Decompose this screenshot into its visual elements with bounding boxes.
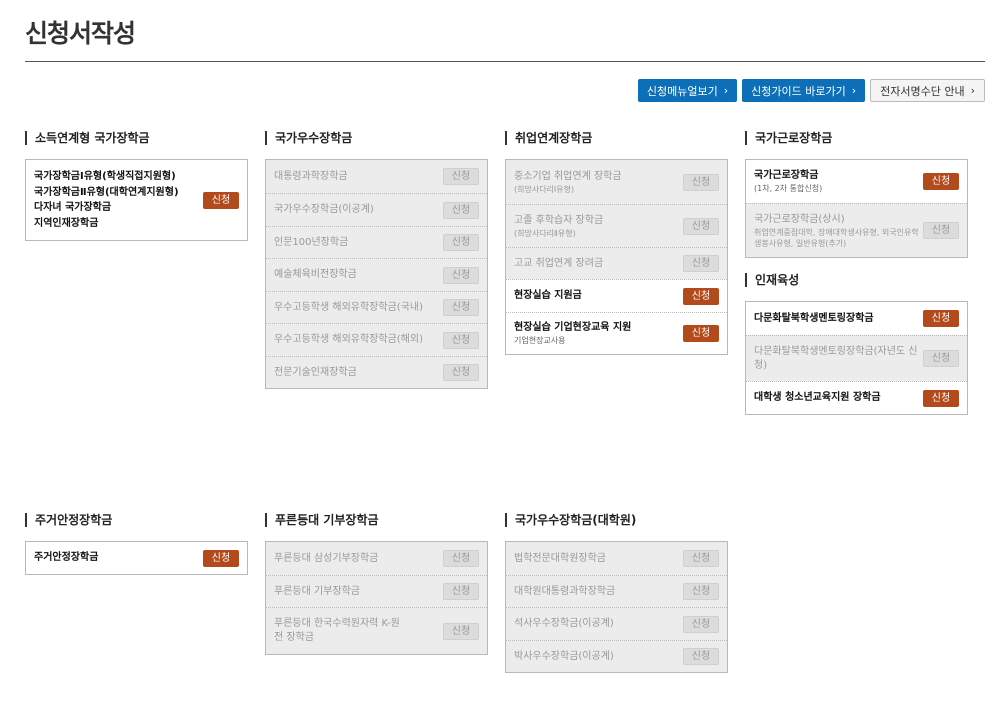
apply-button: 신청 <box>683 173 719 191</box>
section-title: 국가우수장학금 <box>265 131 488 145</box>
scholarship-type-1: 국가장학금Ⅰ유형(학생직접지원형) <box>34 171 176 182</box>
apply-button[interactable]: 신청 <box>923 173 959 190</box>
apply-button[interactable]: 신청 <box>203 191 239 209</box>
housing-list: 주거안정장학금 신청 <box>25 541 248 575</box>
apply-button: 신청 <box>923 350 959 367</box>
apply-button[interactable]: 신청 <box>923 310 959 327</box>
section-housing-stability: 주거안정장학금 주거안정장학금 신청 <box>25 513 248 575</box>
list-item: 다문화탈북학생멘토링장학금 신청 <box>746 302 967 335</box>
list-item: 국가근로장학금(상시) 취업연계중점대학, 장애대학생사유형, 외국인유학생봉사유… <box>746 203 967 257</box>
apply-button: 신청 <box>683 648 719 665</box>
list-item: 주거안정장학금 신청 <box>26 542 247 574</box>
income-scholarship-card: 국가장학금Ⅰ유형(학생직접지원형) 국가장학금Ⅱ유형(대학연계지원형) 다자녀 … <box>25 159 248 241</box>
section-title: 국가우수장학금(대학원) <box>505 513 728 527</box>
apply-button: 신청 <box>443 266 479 284</box>
list-item: 다문화탈북학생멘토링장학금(자년도 신청) 신청 <box>746 335 967 381</box>
list-item: 우수고등학생 해외유학장학금(국내) 신청 <box>266 291 487 323</box>
list-item: 대학원대통령과학장학금 신청 <box>506 575 727 607</box>
list-item: 예술체육비전장학금 신청 <box>266 258 487 291</box>
apply-button: 신청 <box>443 234 479 251</box>
scholarship-type-2: 국가장학금Ⅱ유형(대학연계지원형) <box>34 186 179 198</box>
view-manual-label: 신청메뉴얼보기 <box>646 84 718 98</box>
list-item: 현장실습 지원금 신청 <box>506 279 727 312</box>
chevron-right-icon: › <box>851 84 857 97</box>
apply-button: 신청 <box>683 615 719 633</box>
list-item: 고교 취업연계 장려금 신청 <box>506 247 727 279</box>
regional-talent-scholarship: 지역인재장학금 <box>34 217 99 229</box>
list-item: 푸른등대 기부장학금 신청 <box>266 575 487 607</box>
view-manual-button[interactable]: 신청메뉴얼보기 › <box>637 79 738 102</box>
section-blue-lighthouse: 푸른등대 기부장학금 푸른등대 삼성기부장학금 신청 푸른등대 기부장학금 신청 푸… <box>265 513 488 655</box>
list-item: 석사우수장학금(이공계) 신청 <box>506 607 727 640</box>
application-guide-button[interactable]: 신청가이드 바로가기 › <box>742 79 866 102</box>
list-item: 인문100년장학금 신청 <box>266 226 487 258</box>
talent-list: 다문화탈북학생멘토링장학금 신청 다문화탈북학생멘토링장학금(자년도 신청) 신청 … <box>745 301 968 415</box>
apply-button: 신청 <box>443 299 479 316</box>
apply-button: 신청 <box>683 217 719 235</box>
apply-button: 신청 <box>923 222 959 239</box>
section-title: 소득연계형 국가장학금 <box>25 131 248 145</box>
section-national-excellence: 국가우수장학금 대통령과학장학금 신청 국가우수장학금(이공계) 신청 인문100년… <box>265 131 488 389</box>
application-guide-label: 신청가이드 바로가기 <box>751 84 846 98</box>
section-title: 푸른등대 기부장학금 <box>265 513 488 527</box>
list-item: 대통령과학장학금 신청 <box>266 160 487 193</box>
apply-button: 신청 <box>443 550 479 567</box>
list-item: 국가근로장학금 (1차, 2차 통합신청) 신청 <box>746 160 967 203</box>
list-item: 푸른등대 한국수력원자력 K-원전 장학금 신청 <box>266 607 487 654</box>
section-title: 국가근로장학금 <box>745 131 968 145</box>
list-item: 박사우수장학금(이공계) 신청 <box>506 640 727 672</box>
work-list: 국가근로장학금 (1차, 2차 통합신청) 신청 국가근로장학금(상시) 취업연계중점… <box>745 159 968 258</box>
section-title: 취업연계장학금 <box>505 131 728 145</box>
section-title: 인재육성 <box>745 273 968 287</box>
title-divider <box>25 61 985 62</box>
apply-button: 신청 <box>443 583 479 600</box>
apply-button: 신청 <box>443 201 479 219</box>
apply-button: 신청 <box>683 255 719 272</box>
apply-button: 신청 <box>443 364 479 381</box>
list-item: 국가우수장학금(이공계) 신청 <box>266 193 487 226</box>
section-talent-development: 인재육성 다문화탈북학생멘토링장학금 신청 다문화탈북학생멘토링장학금(자년도 신… <box>745 273 968 415</box>
apply-button: 신청 <box>683 583 719 600</box>
excellence-list: 대통령과학장학금 신청 국가우수장학금(이공계) 신청 인문100년장학금 신청 예술… <box>265 159 488 389</box>
apply-button: 신청 <box>683 550 719 567</box>
donation-list: 푸른등대 삼성기부장학금 신청 푸른등대 기부장학금 신청 푸른등대 한국수력원자력… <box>265 541 488 655</box>
apply-button[interactable]: 신청 <box>683 325 719 342</box>
page-title: 신청서작성 <box>25 19 136 48</box>
esign-guide-label: 전자서명수단 안내 <box>880 84 965 98</box>
list-item: 고졸 후학습자 장학금 (희망사다리Ⅱ유형) 신청 <box>506 204 727 247</box>
list-item: 우수고등학생 해외유학장학금(해외) 신청 <box>266 323 487 356</box>
section-income-based: 소득연계형 국가장학금 국가장학금Ⅰ유형(학생직접지원형) 국가장학금Ⅱ유형(대… <box>25 131 248 241</box>
section-graduate-excellence: 국가우수장학금(대학원) 법학전문대학원장학금 신청 대학원대통령과학장학금 신청 … <box>505 513 728 673</box>
chevron-right-icon: › <box>723 84 729 97</box>
list-item: 중소기업 취업연계 장학금 (희망사다리Ⅰ유형) 신청 <box>506 160 727 204</box>
section-title: 주거안정장학금 <box>25 513 248 527</box>
toolbar: 신청메뉴얼보기 › 신청가이드 바로가기 › 전자서명수단 안내 › <box>637 79 985 102</box>
chevron-right-icon: › <box>970 84 975 97</box>
apply-button[interactable]: 신청 <box>683 287 719 305</box>
list-item: 푸른등대 삼성기부장학금 신청 <box>266 542 487 575</box>
list-item: 대학생 청소년교육지원 장학금 신청 <box>746 381 967 414</box>
graduate-list: 법학전문대학원장학금 신청 대학원대통령과학장학금 신청 석사우수장학금(이공계) 신… <box>505 541 728 673</box>
list-item: 법학전문대학원장학금 신청 <box>506 542 727 575</box>
multi-child-scholarship: 다자녀 국가장학금 <box>34 202 112 213</box>
apply-button[interactable]: 신청 <box>203 549 239 567</box>
apply-button: 신청 <box>443 331 479 349</box>
esign-guide-button[interactable]: 전자서명수단 안내 › <box>870 79 985 102</box>
list-item: 현장실습 기업현장교육 지원 기업현장교사용 신청 <box>506 312 727 354</box>
section-national-work: 국가근로장학금 국가근로장학금 (1차, 2차 통합신청) 신청 국가근로장학금(상… <box>745 131 968 258</box>
employment-list: 중소기업 취업연계 장학금 (희망사다리Ⅰ유형) 신청 고졸 후학습자 장학금 (희망… <box>505 159 728 355</box>
apply-button: 신청 <box>443 622 479 640</box>
section-employment-linked: 취업연계장학금 중소기업 취업연계 장학금 (희망사다리Ⅰ유형) 신청 고졸 후학습… <box>505 131 728 355</box>
apply-button: 신청 <box>443 168 479 185</box>
apply-button[interactable]: 신청 <box>923 389 959 407</box>
list-item: 전문기술인재장학금 신청 <box>266 356 487 388</box>
